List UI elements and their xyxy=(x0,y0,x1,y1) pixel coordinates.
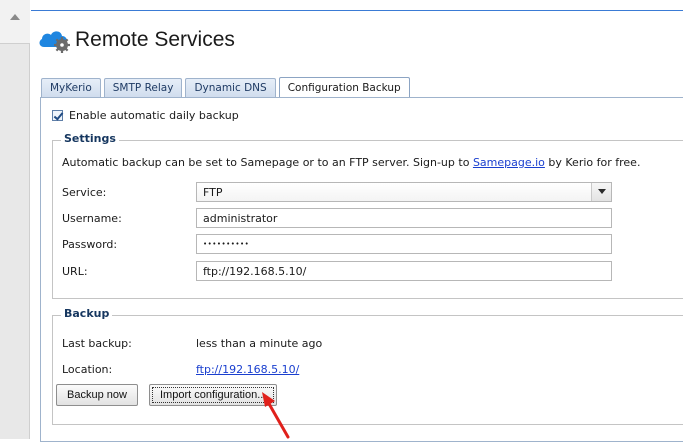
settings-group: Settings Automatic backup can be set to … xyxy=(52,132,683,299)
last-backup-value: less than a minute ago xyxy=(196,337,323,350)
tab-smtp-relay[interactable]: SMTP Relay xyxy=(103,78,183,98)
configuration-backup-panel: Enable automatic daily backup Settings A… xyxy=(40,97,683,442)
scroll-up-arrow-icon xyxy=(10,14,20,20)
url-field[interactable]: ftp://192.168.5.10/ xyxy=(196,261,612,281)
backup-now-button[interactable]: Backup now xyxy=(56,384,138,406)
description-text: Automatic backup can be set to Samepage … xyxy=(62,156,473,169)
url-label: URL: xyxy=(62,265,88,278)
tab-dynamic-dns[interactable]: Dynamic DNS xyxy=(185,78,276,98)
tab-configuration-backup[interactable]: Configuration Backup xyxy=(278,77,410,99)
location-link[interactable]: ftp://192.168.5.10/ xyxy=(196,363,299,376)
remote-services-page: Remote Services MyKerio SMTP Relay Dynam… xyxy=(31,10,683,442)
cloud-settings-icon xyxy=(39,31,70,53)
enable-backup-checkbox[interactable] xyxy=(52,110,63,121)
location-label: Location: xyxy=(62,363,113,376)
backup-legend: Backup xyxy=(61,307,113,320)
last-backup-label: Last backup: xyxy=(62,337,132,350)
tab-bar: MyKerio SMTP Relay Dynamic DNS Configura… xyxy=(41,76,413,99)
settings-legend: Settings xyxy=(61,132,119,145)
username-field[interactable]: administrator xyxy=(196,208,612,228)
enable-backup-row: Enable automatic daily backup xyxy=(52,109,239,122)
samepage-link[interactable]: Samepage.io xyxy=(473,156,545,169)
page-header: Remote Services xyxy=(37,24,235,56)
service-selected-value: FTP xyxy=(203,186,223,199)
backup-group: Backup Last backup: less than a minute a… xyxy=(52,307,683,425)
service-label: Service: xyxy=(62,186,107,199)
password-field[interactable]: •••••••••• xyxy=(196,234,612,254)
password-label: Password: xyxy=(62,238,118,251)
vertical-scrollbar[interactable] xyxy=(0,0,30,439)
settings-description: Automatic backup can be set to Samepage … xyxy=(62,156,640,169)
scroll-up-button[interactable] xyxy=(0,0,30,44)
enable-backup-label[interactable]: Enable automatic daily backup xyxy=(69,109,239,122)
chevron-down-icon[interactable] xyxy=(591,183,611,201)
service-select[interactable]: FTP xyxy=(196,182,612,202)
page-title: Remote Services xyxy=(75,28,235,51)
tab-mykerio[interactable]: MyKerio xyxy=(41,78,101,98)
username-label: Username: xyxy=(62,212,122,225)
description-text-end: by Kerio for free. xyxy=(544,156,641,169)
annotation-arrow-icon xyxy=(262,392,290,439)
